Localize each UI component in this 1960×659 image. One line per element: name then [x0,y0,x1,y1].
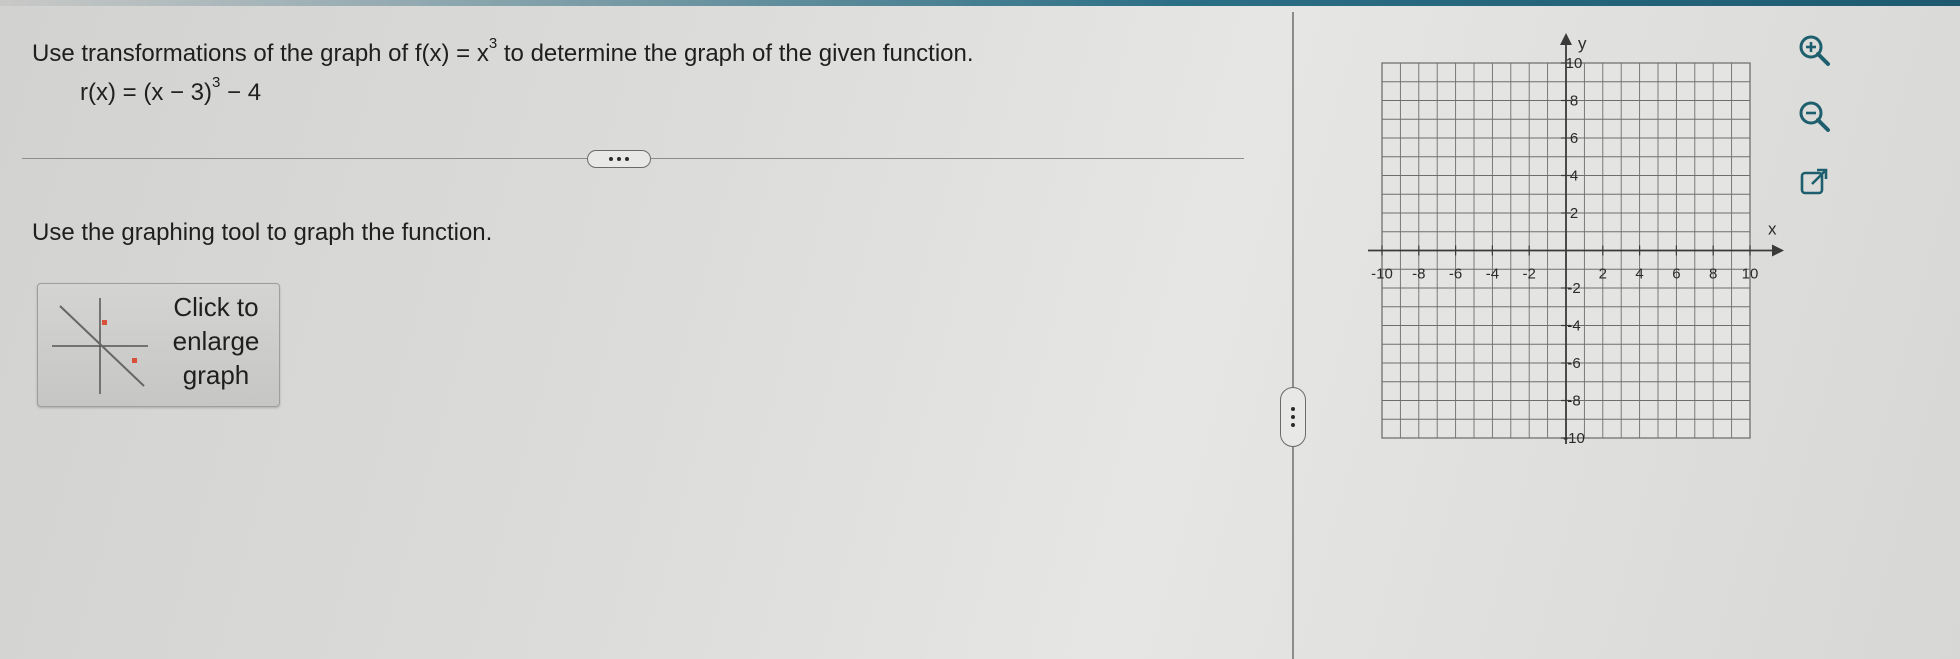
popout-icon [1800,168,1828,195]
top-accent-strip [0,0,1960,6]
y-tick-label: -2 [1567,280,1580,297]
x-tick-label: 10 [1742,266,1759,283]
x-tick-label: -2 [1523,266,1536,283]
zoom-in-icon [1799,35,1830,66]
y-tick-label: 2 [1570,205,1578,222]
y-tick-label: 10 [1566,55,1583,72]
x-axis-label: x [1768,220,1777,239]
x-tick-label: 6 [1672,266,1680,283]
y-tick-label: -8 [1567,393,1580,410]
y-tick-label: -10 [1563,430,1585,447]
x-tick-label: 2 [1599,266,1607,283]
zoom-out-button[interactable] [1790,92,1838,140]
y-tick-label: 8 [1570,93,1578,110]
enlarge-graph-button[interactable]: Click to enlarge graph [37,283,280,407]
x-tick-label: 8 [1709,266,1717,283]
x-tick-label: -6 [1449,266,1462,283]
x-tick-label: -10 [1371,266,1393,283]
pane-resize-handle[interactable] [1280,387,1306,447]
zoom-out-icon [1799,101,1830,132]
expand-more-button[interactable] [587,150,651,168]
y-axis-label: y [1578,34,1587,53]
coordinate-graph[interactable]: x y -10 -8 -6 -4 -2 2 4 6 8 10 10 8 6 4 2 -2 -4 -6 -8 -10 [1350,28,1790,448]
x-axis-arrow [1772,244,1784,257]
popout-button[interactable] [1790,158,1838,206]
question-text: Use transformations of the graph of f(x)… [32,35,974,67]
enlarge-graph-label: Click to enlarge graph [172,292,260,390]
y-tick-label: -6 [1567,355,1580,372]
y-axis-arrow [1560,33,1572,45]
y-tick-label: 6 [1570,130,1578,147]
instruction-text: Use the graphing tool to graph the funct… [32,219,493,246]
y-tick-label: 4 [1570,168,1578,185]
y-tick-label: -4 [1567,318,1580,335]
zoom-in-button[interactable] [1790,26,1838,74]
x-tick-label: 4 [1635,266,1643,283]
x-tick-label: -8 [1412,266,1425,283]
pane-divider [1292,12,1294,659]
x-tick-label: -4 [1486,266,1499,283]
function-equation: r(x) = (x − 3)3 − 4 [80,74,262,106]
mini-graph-icon [52,298,148,394]
